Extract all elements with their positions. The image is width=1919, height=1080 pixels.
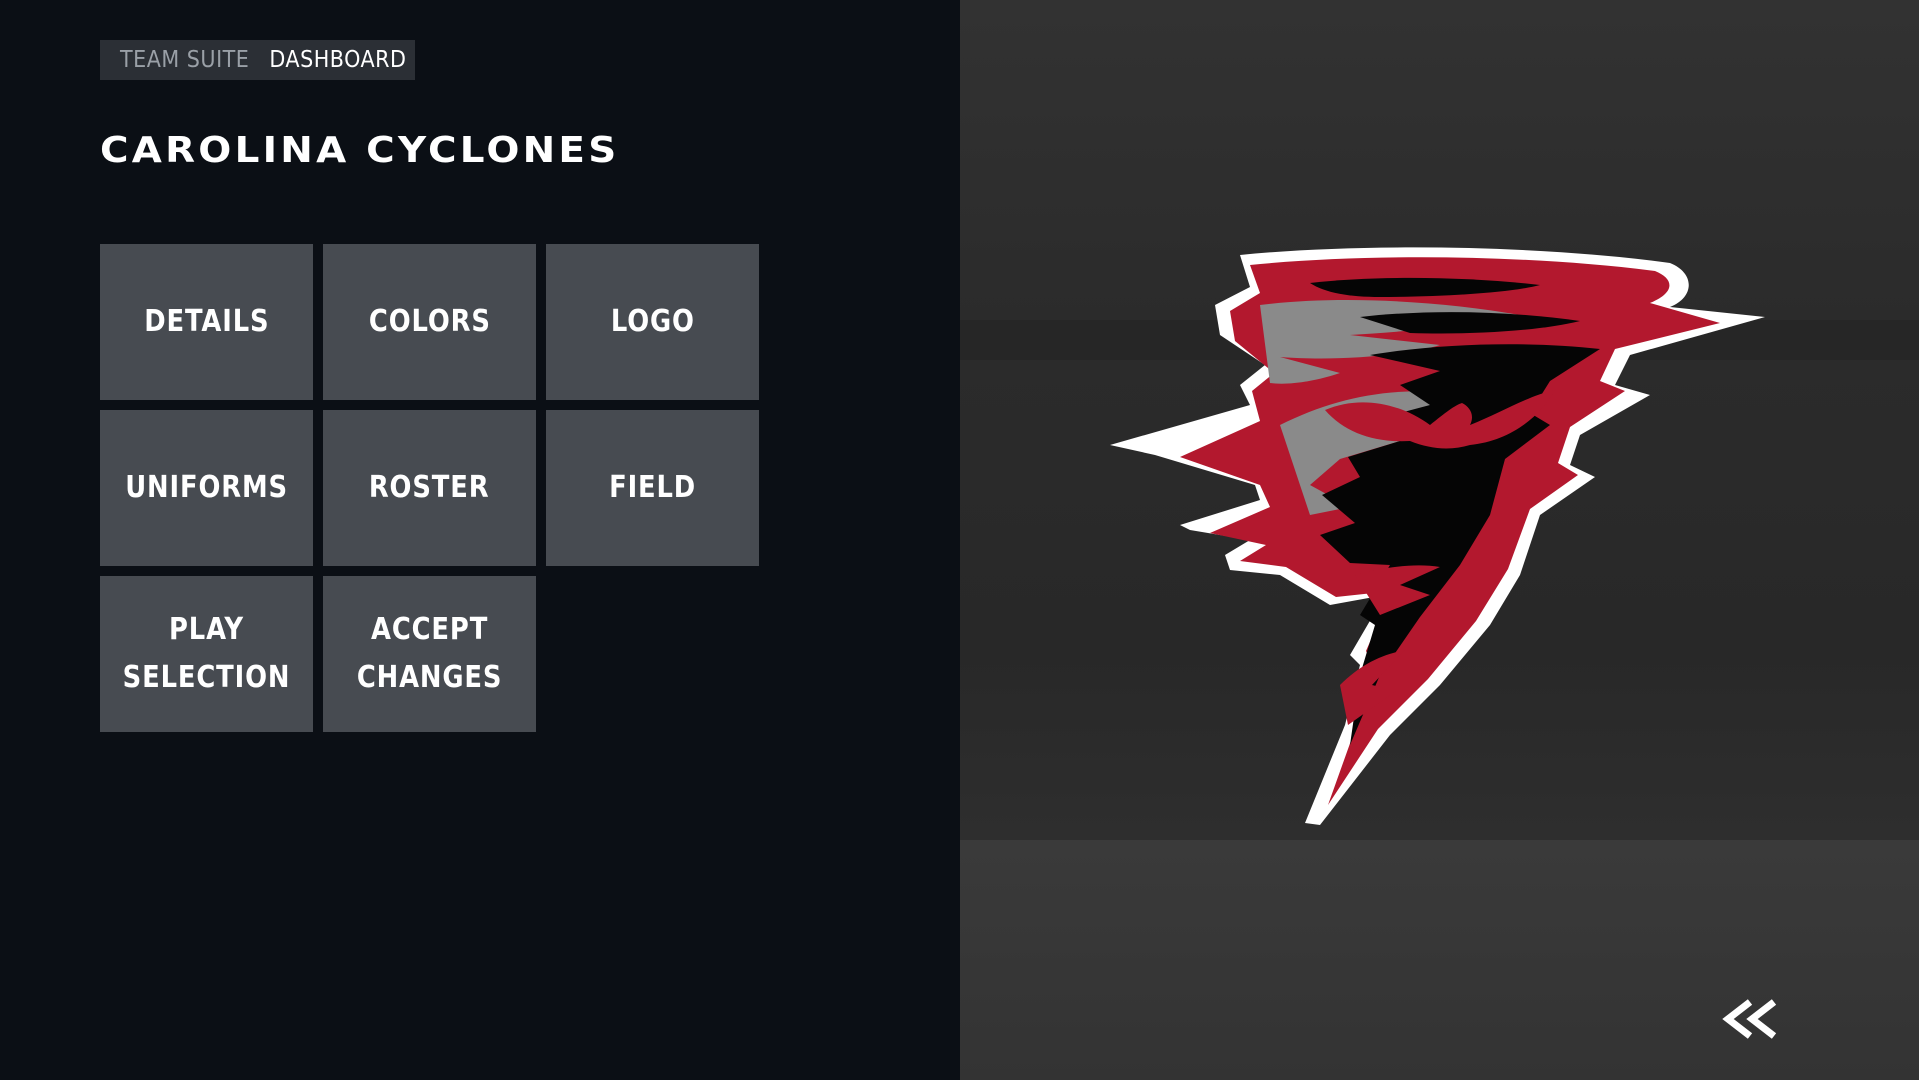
details-tile[interactable]: DETAILS: [100, 244, 313, 400]
team-name-title: CAROLINA CYCLONES: [100, 130, 620, 171]
colors-tile-label: COLORS: [368, 304, 491, 339]
play-selection-tile[interactable]: PLAY SELECTION: [100, 576, 313, 732]
field-tile-label: FIELD: [608, 470, 696, 505]
cyclone-logo-icon: [1110, 247, 1765, 825]
uniforms-tile[interactable]: UNIFORMS: [100, 410, 313, 566]
colors-tile[interactable]: COLORS: [323, 244, 536, 400]
breadcrumb: TEAM SUITE DASHBOARD: [100, 40, 415, 80]
play-selection-tile-label: PLAY SELECTION: [122, 612, 291, 695]
stadium-background-field: [960, 840, 1919, 1080]
back-chevron-inner: [1746, 999, 1777, 1039]
roster-tile-label: ROSTER: [369, 470, 490, 505]
logo-tile-label: LOGO: [610, 304, 695, 339]
team-suite-dashboard-screen: TEAM SUITE DASHBOARD CAROLINA CYCLONES D…: [0, 0, 1919, 1080]
logo-tile[interactable]: LOGO: [546, 244, 759, 400]
uniforms-tile-label: UNIFORMS: [125, 470, 288, 505]
breadcrumb-current: DASHBOARD: [269, 47, 407, 73]
dashboard-menu-grid: DETAILS COLORS LOGO UNIFORMS ROSTER FIEL…: [100, 244, 759, 732]
accept-changes-tile-label: ACCEPT CHANGES: [356, 612, 503, 695]
roster-tile[interactable]: ROSTER: [323, 410, 536, 566]
dashboard-menu-panel: TEAM SUITE DASHBOARD CAROLINA CYCLONES D…: [0, 0, 960, 1080]
accept-changes-tile[interactable]: ACCEPT CHANGES: [323, 576, 536, 732]
breadcrumb-root: TEAM SUITE: [120, 47, 250, 73]
double-chevron-left-icon[interactable]: [1722, 996, 1782, 1042]
details-tile-label: DETAILS: [143, 304, 270, 339]
field-tile[interactable]: FIELD: [546, 410, 759, 566]
